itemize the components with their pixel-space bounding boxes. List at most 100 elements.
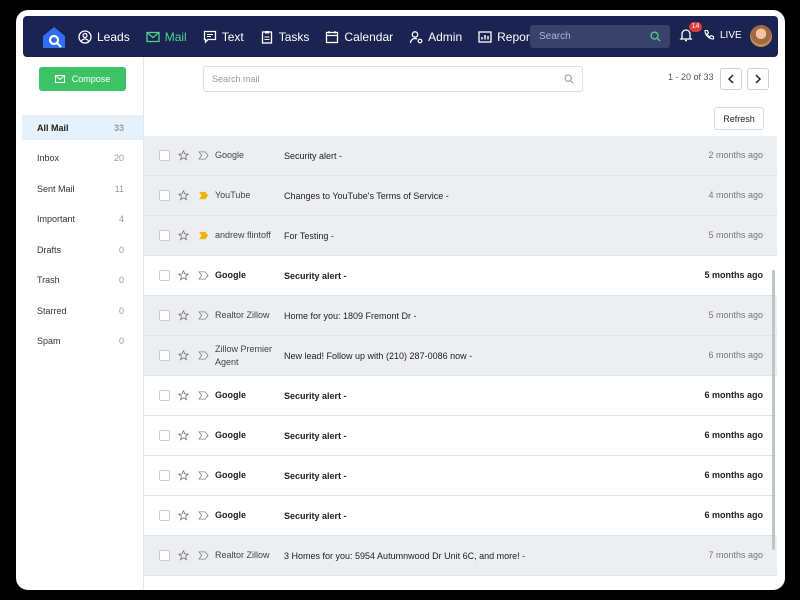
- top-search-input[interactable]: Search: [530, 25, 670, 48]
- top-search-placeholder: Search: [539, 31, 571, 42]
- star-icon[interactable]: [178, 430, 189, 441]
- email-sender: Realtor Zillow: [215, 550, 270, 560]
- avatar[interactable]: [750, 25, 772, 47]
- live-toggle[interactable]: LIVE: [703, 29, 742, 41]
- important-marker-icon[interactable]: [198, 471, 209, 480]
- important-marker-icon[interactable]: [198, 151, 209, 160]
- folder-label: Spam: [37, 336, 61, 346]
- select-checkbox[interactable]: [159, 310, 170, 321]
- mail-search-input[interactable]: Search mail: [203, 66, 583, 92]
- star-icon[interactable]: [178, 310, 189, 321]
- select-checkbox[interactable]: [159, 470, 170, 481]
- email-row[interactable]: Google Security alert - 6 months ago: [144, 456, 777, 496]
- calendar-icon: [326, 30, 339, 43]
- star-icon[interactable]: [178, 350, 189, 361]
- email-timestamp: 6 months ago: [708, 350, 763, 360]
- nav-item-mail[interactable]: Mail: [146, 30, 187, 44]
- select-checkbox[interactable]: [159, 390, 170, 401]
- email-subject: Security alert -: [284, 470, 347, 481]
- search-icon[interactable]: [564, 74, 574, 84]
- important-marker-icon[interactable]: [198, 511, 209, 520]
- email-row[interactable]: Google Security alert - 6 months ago: [144, 376, 777, 416]
- notification-badge: 14: [689, 22, 702, 32]
- sidebar-item-spam[interactable]: Spam 0: [22, 329, 143, 354]
- sidebar-item-important[interactable]: Important 4: [22, 207, 143, 232]
- email-row[interactable]: andrew flintoff For Testing - 5 months ago: [144, 216, 777, 256]
- sidebar-item-drafts[interactable]: Drafts 0: [22, 237, 143, 262]
- sidebar-item-inbox[interactable]: Inbox 20: [22, 146, 143, 171]
- select-checkbox[interactable]: [159, 150, 170, 161]
- star-icon[interactable]: [178, 190, 189, 201]
- nav-item-label: Text: [221, 29, 244, 44]
- folder-label: Starred: [37, 305, 67, 316]
- important-marker-icon[interactable]: [198, 551, 209, 560]
- important-marker-icon[interactable]: [198, 231, 209, 240]
- email-sender: Google: [215, 150, 245, 160]
- select-checkbox[interactable]: [159, 270, 170, 281]
- email-subject: Security alert -: [284, 270, 347, 281]
- sidebar-item-sent-mail[interactable]: Sent Mail 11: [22, 176, 143, 201]
- next-page-button[interactable]: [747, 68, 769, 90]
- prev-page-button[interactable]: [720, 68, 742, 90]
- select-checkbox[interactable]: [159, 230, 170, 241]
- folder-label: Sent Mail: [37, 183, 75, 194]
- email-sender: Google: [215, 470, 246, 480]
- important-marker-icon[interactable]: [198, 431, 209, 440]
- email-row[interactable]: Google Security alert - 6 months ago: [144, 496, 777, 536]
- star-icon[interactable]: [178, 150, 189, 161]
- email-row[interactable]: Zillow Premier Agent New lead! Follow up …: [144, 336, 777, 376]
- select-checkbox[interactable]: [159, 350, 170, 361]
- select-checkbox[interactable]: [159, 550, 170, 561]
- nav-item-label: Tasks: [278, 29, 310, 44]
- email-subject: Home for you: 1809 Fremont Dr -: [284, 310, 417, 321]
- sidebar-item-all-mail[interactable]: All Mail 33: [22, 115, 143, 140]
- email-row[interactable]: Realtor Zillow 3 Homes for you: 5954 Autu…: [144, 536, 777, 576]
- star-icon[interactable]: [178, 550, 189, 561]
- nav-item-tasks[interactable]: Tasks: [260, 29, 310, 44]
- nav-item-label: Leads: [97, 29, 130, 44]
- star-icon[interactable]: [178, 270, 189, 281]
- important-marker-icon[interactable]: [198, 391, 209, 400]
- email-subject: Security alert -: [284, 150, 343, 161]
- email-sender: andrew flintoff: [215, 230, 271, 240]
- nav-item-label: Calendar: [344, 29, 394, 44]
- search-icon[interactable]: [650, 31, 661, 42]
- email-row[interactable]: Realtor Zillow Home for you: 1809 Fremont…: [144, 296, 777, 336]
- email-sender: Google: [215, 270, 246, 280]
- email-list: Google Security alert - 2 months ago YouTub…: [144, 136, 777, 590]
- important-marker-icon[interactable]: [198, 271, 209, 280]
- important-marker-icon[interactable]: [198, 311, 209, 320]
- email-row[interactable]: Google Security alert - 5 months ago: [144, 256, 777, 296]
- star-icon[interactable]: [178, 390, 189, 401]
- email-timestamp: 6 months ago: [704, 510, 763, 520]
- select-checkbox[interactable]: [159, 190, 170, 201]
- nav-item-text[interactable]: Text: [203, 30, 244, 44]
- folder-count: 4: [118, 214, 124, 224]
- email-sender: Realtor Zillow: [215, 310, 270, 320]
- star-icon[interactable]: [178, 470, 189, 481]
- scrollbar[interactable]: [772, 270, 775, 550]
- email-row[interactable]: Google Security alert - 2 months ago: [144, 136, 777, 176]
- sidebar-item-starred[interactable]: Starred 0: [22, 298, 143, 323]
- select-checkbox[interactable]: [159, 510, 170, 521]
- star-icon[interactable]: [178, 230, 189, 241]
- sidebar-item-trash[interactable]: Trash 0: [22, 268, 143, 293]
- email-sender: Google: [215, 510, 246, 520]
- nav-item-leads[interactable]: Leads: [78, 30, 130, 44]
- nav-item-calendar[interactable]: Calendar: [325, 30, 393, 44]
- chat-icon: [203, 30, 216, 44]
- email-row[interactable]: Google Security alert - 6 months ago: [144, 416, 777, 456]
- email-row[interactable]: YouTube Changes to YouTube's Terms of Ser…: [144, 176, 777, 216]
- refresh-button[interactable]: Refresh: [714, 107, 764, 130]
- select-checkbox[interactable]: [159, 430, 170, 441]
- email-timestamp: 7 months ago: [708, 550, 763, 560]
- live-label: LIVE: [720, 29, 742, 41]
- star-icon[interactable]: [178, 510, 189, 521]
- top-nav: Leads Mail Text Tasks Calendar Admin Reporting…: [23, 16, 778, 57]
- compose-button[interactable]: Compose: [39, 67, 126, 91]
- important-marker-icon[interactable]: [198, 191, 209, 200]
- home-logo-icon[interactable]: [40, 23, 68, 51]
- important-marker-icon[interactable]: [198, 351, 209, 360]
- nav-item-admin[interactable]: Admin: [409, 30, 462, 44]
- mail-icon: [54, 75, 65, 83]
